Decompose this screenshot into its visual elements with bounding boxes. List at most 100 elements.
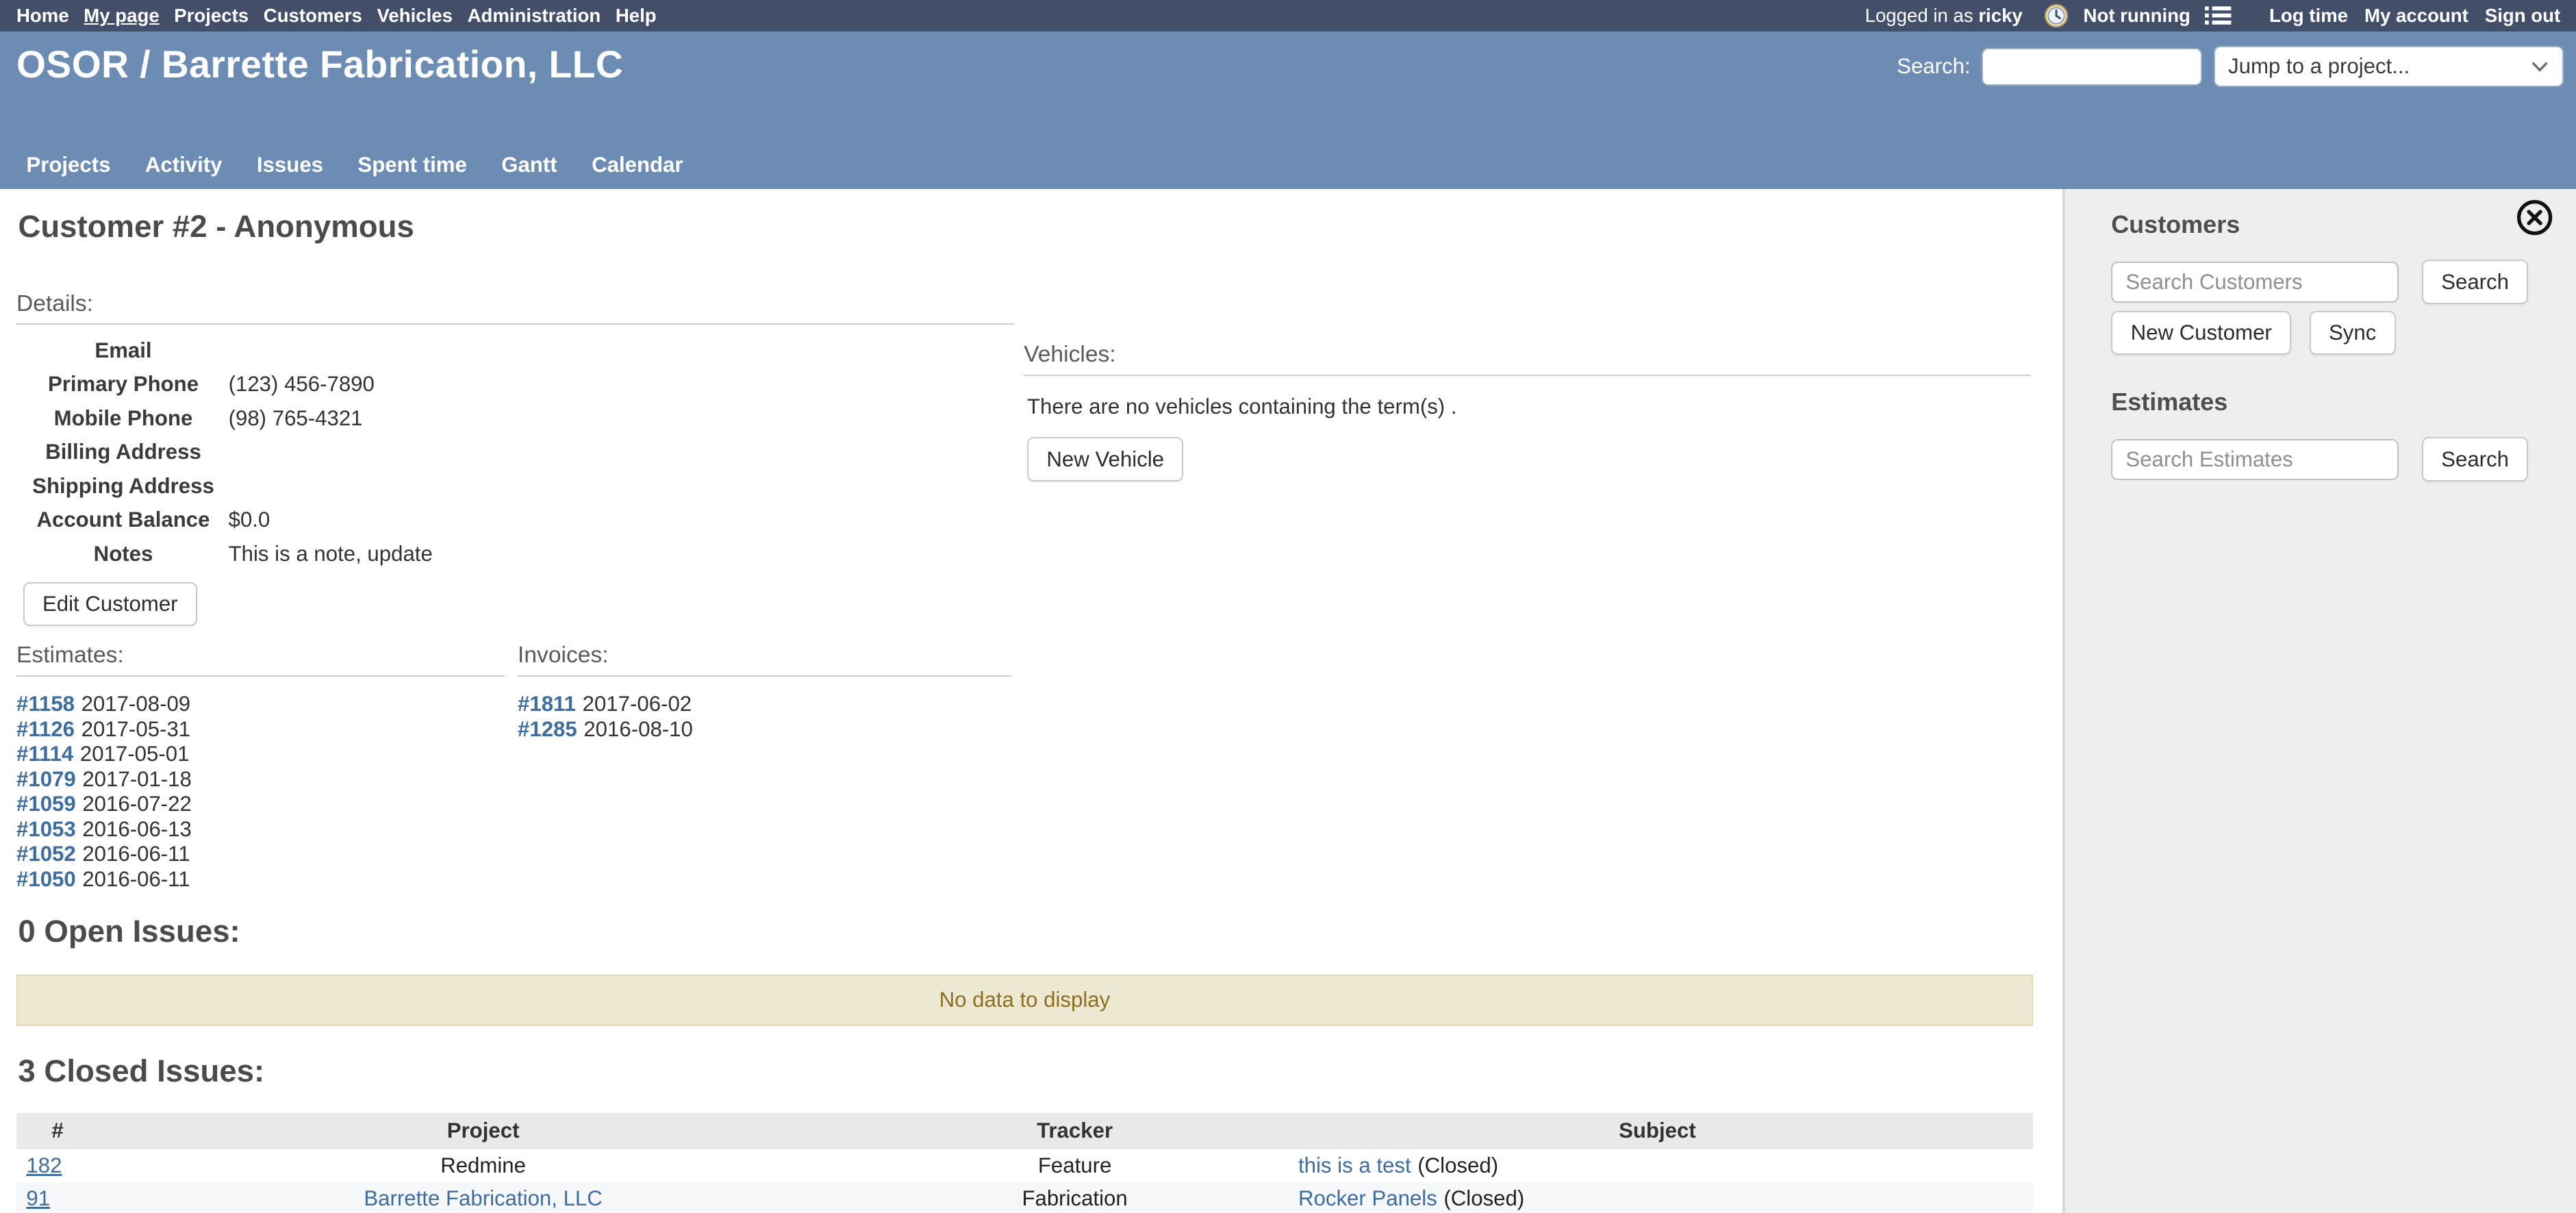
details-section-heading: Details: [16, 291, 1014, 325]
estimate-date: 2016-06-11 [82, 842, 190, 866]
detail-row: Shipping Address [0, 469, 433, 503]
detail-row: Primary Phone (123) 456-7890 [0, 368, 433, 401]
invoices-list: #18112017-06-02 #12852016-08-10 [518, 692, 693, 742]
estimate-link[interactable]: #1059 [16, 792, 76, 816]
invoices-section-heading: Invoices: [518, 642, 1012, 677]
estimate-date: 2017-01-18 [82, 767, 192, 791]
top-menu-item[interactable]: Vehicles [377, 5, 453, 27]
detail-row: Account Balance $0.0 [0, 503, 433, 536]
new-customer-button[interactable]: New Customer [2111, 311, 2291, 355]
time-entries-list-icon[interactable] [2205, 5, 2231, 26]
issue-status: (Closed) [1443, 1186, 1524, 1210]
issue-id-link[interactable]: 182 [26, 1153, 62, 1177]
estimate-item: #10532016-06-13 [16, 817, 192, 842]
sync-button[interactable]: Sync [2310, 311, 2396, 355]
detail-label: Notes [25, 542, 222, 566]
issue-project: Redmine [440, 1153, 526, 1177]
estimate-item: #11262017-05-31 [16, 717, 192, 742]
detail-value: (123) 456-7890 [229, 372, 375, 397]
table-header-row: # Project Tracker Subject [16, 1113, 2033, 1149]
main-menu-tab[interactable]: Spent time [357, 153, 466, 177]
top-menu: Home My page Projects Customers Vehicles… [16, 5, 657, 27]
column-header-tracker: Tracker [868, 1113, 1282, 1149]
detail-row: Email [0, 334, 433, 367]
estimate-item: #10502016-06-11 [16, 867, 192, 892]
sidebar-customers-heading: Customers [2111, 210, 2240, 239]
main-menu-tabs: Projects Activity Issues Spent time Gant… [26, 153, 683, 177]
detail-label: Account Balance [25, 508, 222, 532]
issue-subject-link[interactable]: this is a test [1298, 1153, 1411, 1177]
main-content: Customer #2 - Anonymous Details: Email P… [0, 189, 2062, 1213]
top-menu-item[interactable]: Help [616, 5, 657, 27]
main-menu-tab[interactable]: Issues [257, 153, 323, 177]
search-customers-input[interactable] [2111, 262, 2399, 303]
content: Customer #2 - Anonymous Details: Email P… [0, 189, 2576, 1213]
estimate-link[interactable]: #1158 [16, 692, 75, 716]
estimate-link[interactable]: #1053 [16, 817, 76, 841]
top-menu-right: Logged in as ricky Not running [1865, 3, 2561, 28]
main-menu-tab[interactable]: Activity [145, 153, 223, 177]
estimate-date: 2016-07-22 [82, 792, 192, 816]
estimate-item: #10592016-07-22 [16, 792, 192, 816]
detail-row: Billing Address [0, 436, 433, 469]
customers-search-row: Search [2111, 260, 2528, 304]
project-jump-value: Jump to a project... [2228, 54, 2410, 79]
detail-value: $0.0 [229, 508, 270, 532]
customers-buttons-row: New Customer Sync [2111, 311, 2396, 355]
top-menu-bar: Home My page Projects Customers Vehicles… [0, 0, 2576, 32]
search-area: Search: Jump to a project... [1897, 46, 2564, 87]
estimate-date: 2017-05-01 [80, 742, 190, 766]
search-customers-button[interactable]: Search [2422, 260, 2529, 304]
timer-clock-icon [2044, 3, 2069, 28]
top-menu-item[interactable]: My page [84, 5, 159, 27]
invoice-link[interactable]: #1285 [518, 717, 577, 741]
estimate-item: #10522016-06-11 [16, 842, 192, 866]
search-input[interactable] [1982, 48, 2202, 86]
estimates-section-heading: Estimates: [16, 642, 505, 677]
top-menu-item[interactable]: Projects [174, 5, 249, 27]
redmine-app: Home My page Projects Customers Vehicles… [0, 0, 2576, 1213]
top-menu-item[interactable]: Administration [468, 5, 601, 27]
account-menu: Log time My account Sign out [2269, 5, 2560, 27]
project-jump-select[interactable]: Jump to a project... [2214, 46, 2564, 87]
issue-subject-link[interactable]: Rocker Panels [1298, 1186, 1437, 1210]
search-estimates-input[interactable] [2111, 439, 2399, 480]
detail-label: Email [25, 338, 222, 363]
closed-issues-table: # Project Tracker Subject 182 Redmine Fe… [16, 1113, 2033, 1213]
estimate-link[interactable]: #1052 [16, 842, 76, 866]
top-menu-item[interactable]: Sign out [2485, 5, 2560, 27]
estimate-item: #10792017-01-18 [16, 767, 192, 792]
estimate-item: #11582017-08-09 [16, 692, 192, 716]
estimate-link[interactable]: #1050 [16, 867, 76, 891]
main-menu-tab[interactable]: Gantt [501, 153, 557, 177]
close-icon[interactable] [2516, 199, 2553, 236]
main-menu-tab[interactable]: Projects [26, 153, 110, 177]
header: OSOR / Barrette Fabrication, LLC Search:… [0, 32, 2576, 189]
issue-row: 182 Redmine Feature this is a test(Close… [16, 1149, 2033, 1182]
invoice-link[interactable]: #1811 [518, 692, 576, 716]
issue-tracker: Fabrication [868, 1182, 1282, 1213]
edit-customer-button[interactable]: Edit Customer [23, 582, 197, 627]
issue-id-link[interactable]: 91 [26, 1186, 50, 1210]
estimate-date: 2016-06-11 [82, 867, 190, 891]
estimate-link[interactable]: #1126 [16, 717, 75, 741]
top-menu-item[interactable]: My account [2364, 5, 2468, 27]
chevron-down-icon [2531, 60, 2549, 73]
estimate-link[interactable]: #1079 [16, 767, 76, 791]
estimates-search-row: Search [2111, 437, 2528, 482]
search-label: Search: [1897, 54, 1970, 79]
new-vehicle-button[interactable]: New Vehicle [1027, 437, 1183, 482]
top-menu-item[interactable]: Home [16, 5, 69, 27]
search-estimates-button[interactable]: Search [2422, 437, 2529, 482]
timer-status: Not running [2084, 5, 2190, 27]
sidebar-estimates-heading: Estimates [2111, 388, 2227, 416]
issue-status: (Closed) [1417, 1153, 1498, 1177]
estimate-link[interactable]: #1114 [16, 742, 73, 766]
column-header-id: # [16, 1113, 99, 1149]
main-menu-tab[interactable]: Calendar [592, 153, 683, 177]
top-menu-item[interactable]: Customers [264, 5, 362, 27]
detail-label: Mobile Phone [25, 406, 222, 431]
invoice-date: 2016-08-10 [583, 717, 693, 741]
top-menu-item[interactable]: Log time [2269, 5, 2348, 27]
detail-row: Notes This is a note, update [0, 537, 433, 571]
